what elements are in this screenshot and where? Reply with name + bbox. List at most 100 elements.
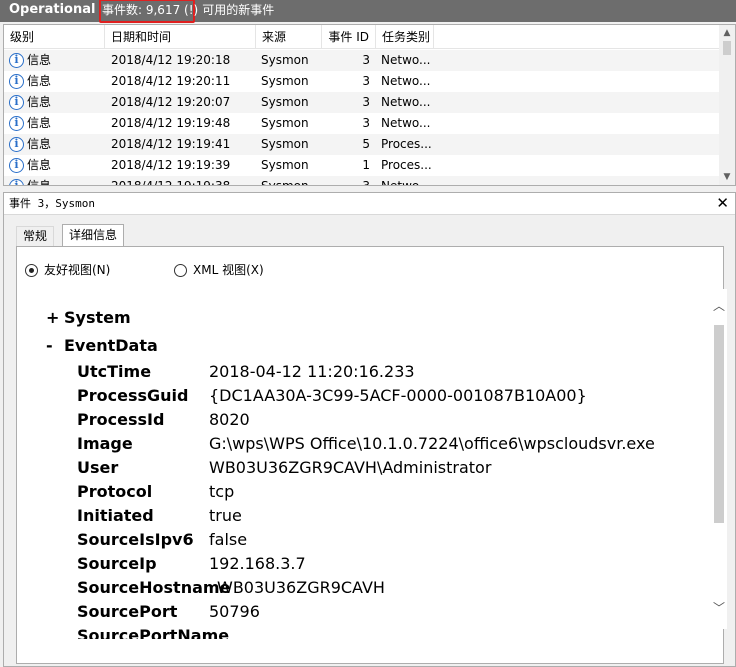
row-event-id: 3 (362, 95, 370, 109)
table-row[interactable]: i 信息 2018/4/12 19:20:18 Sysmon 3 Netwo... (4, 50, 720, 71)
field-key: UtcTime (77, 362, 152, 381)
field-key: ProcessGuid (77, 386, 189, 405)
scroll-down-icon[interactable]: ▼ (721, 171, 733, 183)
row-source: Sysmon (261, 74, 309, 88)
log-header-bar: Operational 事件数: 9,617 (!) 可用的新事件 (0, 0, 736, 23)
scroll-up-icon[interactable]: ▲ (721, 27, 733, 39)
table-row[interactable]: i 信息 2018/4/12 19:19:38 Sysmon 3 Netwo... (4, 176, 720, 186)
row-source: Sysmon (261, 95, 309, 109)
table-row[interactable]: i 信息 2018/4/12 19:20:11 Sysmon 3 Netwo... (4, 71, 720, 92)
detail-scrollbar[interactable]: ︿ ﹀ (711, 289, 727, 629)
row-source: Sysmon (261, 158, 309, 172)
row-level: 信息 (27, 179, 52, 186)
row-source: Sysmon (261, 53, 309, 67)
table-row[interactable]: i 信息 2018/4/12 19:19:41 Sysmon 5 Proces... (4, 134, 720, 155)
tree-node-label: System (64, 308, 131, 327)
info-icon: i (9, 95, 24, 110)
xml-view-label: XML 视图(X) (193, 263, 264, 277)
field-value: 8020 (209, 410, 250, 429)
chevron-down-icon[interactable]: ﹀ (712, 601, 726, 615)
row-task-category: Proces... (381, 137, 432, 151)
row-level: 信息 (27, 74, 52, 88)
row-event-id: 3 (362, 179, 370, 186)
row-datetime: 2018/4/12 19:19:39 (111, 158, 231, 172)
info-icon: i (9, 74, 24, 89)
row-event-id: 3 (362, 53, 370, 67)
detail-scroll-thumb[interactable] (714, 325, 724, 523)
field-key: Initiated (77, 506, 154, 525)
field-key: SourceIp (77, 554, 157, 573)
column-header-level[interactable]: 级别 (4, 25, 105, 49)
field-key: SourceHostname (77, 578, 231, 597)
row-source: Sysmon (261, 137, 309, 151)
column-header-event-id[interactable]: 事件 ID (322, 25, 376, 49)
detail-header: 事件 3，Sysmon ✕ (4, 193, 735, 215)
row-task-category: Proces... (381, 158, 432, 172)
field-value: 192.168.3.7 (209, 554, 306, 573)
scroll-thumb[interactable] (723, 41, 731, 55)
collapse-icon[interactable]: - (46, 335, 64, 357)
row-level: 信息 (27, 137, 52, 151)
row-datetime: 2018/4/12 19:19:48 (111, 116, 231, 130)
row-event-id: 3 (362, 116, 370, 130)
info-icon: i (9, 116, 24, 131)
row-datetime: 2018/4/12 19:20:07 (111, 95, 231, 109)
field-value: WB03U36ZGR9CAVH (217, 578, 385, 597)
field-key: SourceIsIpv6 (77, 530, 194, 549)
chevron-up-icon[interactable]: ︿ (712, 299, 726, 313)
table-row[interactable]: i 信息 2018/4/12 19:19:39 Sysmon 1 Proces... (4, 155, 720, 176)
column-header-task-category[interactable]: 任务类别 (376, 25, 434, 49)
table-row[interactable]: i 信息 2018/4/12 19:20:07 Sysmon 3 Netwo... (4, 92, 720, 113)
detail-title: 事件 3，Sysmon (9, 197, 95, 210)
table-row[interactable]: i 信息 2018/4/12 19:19:48 Sysmon 3 Netwo... (4, 113, 720, 134)
friendly-view-label: 友好视图(N) (44, 263, 111, 277)
event-count: 事件数: 9,617 (!) 可用的新事件 (102, 3, 275, 17)
row-source: Sysmon (261, 179, 309, 186)
row-datetime: 2018/4/12 19:19:41 (111, 137, 231, 151)
row-level: 信息 (27, 158, 52, 172)
row-event-id: 1 (362, 158, 370, 172)
tab-general[interactable]: 常规 (16, 226, 55, 246)
column-header-source[interactable]: 来源 (256, 25, 322, 49)
field-value: 50796 (209, 602, 260, 621)
field-value: WB03U36ZGR9CAVH\Administrator (209, 458, 492, 477)
radio-selected-icon (25, 264, 38, 277)
row-level: 信息 (27, 53, 52, 67)
row-task-category: Netwo... (381, 74, 431, 88)
column-header-datetime[interactable]: 日期和时间 (105, 25, 256, 49)
field-value: {DC1AA30A-3C99-5ACF-0000-001087B10A00} (209, 386, 587, 405)
row-task-category: Netwo... (381, 179, 431, 186)
info-icon: i (9, 53, 24, 68)
field-key: Protocol (77, 482, 153, 501)
field-key: Image (77, 434, 133, 453)
info-icon: i (9, 137, 24, 152)
row-event-id: 5 (362, 137, 370, 151)
info-icon: i (9, 158, 24, 173)
expand-icon[interactable]: + (46, 307, 64, 329)
field-value: false (209, 530, 248, 549)
tree-node-eventdata[interactable]: - EventData (46, 335, 158, 357)
row-level: 信息 (27, 95, 52, 109)
friendly-view-content: + System - EventData UtcTime 2018-04-12 11:… (32, 289, 713, 639)
field-key: SourcePort (77, 602, 178, 621)
field-key: User (77, 458, 119, 477)
event-list-scrollbar[interactable]: ▲ ▼ (719, 25, 735, 185)
field-value: 2018-04-12 11:20:16.233 (209, 362, 415, 381)
info-icon: i (9, 179, 24, 185)
tree-node-system[interactable]: + System (46, 307, 131, 329)
row-datetime: 2018/4/12 19:20:11 (111, 74, 231, 88)
row-datetime: 2018/4/12 19:19:38 (111, 179, 231, 186)
details-tab-panel: 友好视图(N) XML 视图(X) + System - EventData Utc… (16, 246, 727, 664)
row-event-id: 3 (362, 74, 370, 88)
field-key: SourcePortName (77, 626, 230, 639)
close-icon[interactable]: ✕ (716, 194, 729, 212)
event-list[interactable]: 级别 日期和时间 来源 事件 ID 任务类别 i 信息 2018/4/12 19:2… (3, 24, 736, 186)
row-datetime: 2018/4/12 19:20:18 (111, 53, 231, 67)
event-list-header: 级别 日期和时间 来源 事件 ID 任务类别 (4, 25, 720, 49)
tab-details[interactable]: 详细信息 (62, 224, 125, 247)
row-task-category: Netwo... (381, 116, 431, 130)
log-name: Operational (9, 2, 96, 17)
field-value: true (209, 506, 242, 525)
row-level: 信息 (27, 116, 52, 130)
event-count-suffix: 可用的新事件 (202, 3, 275, 17)
